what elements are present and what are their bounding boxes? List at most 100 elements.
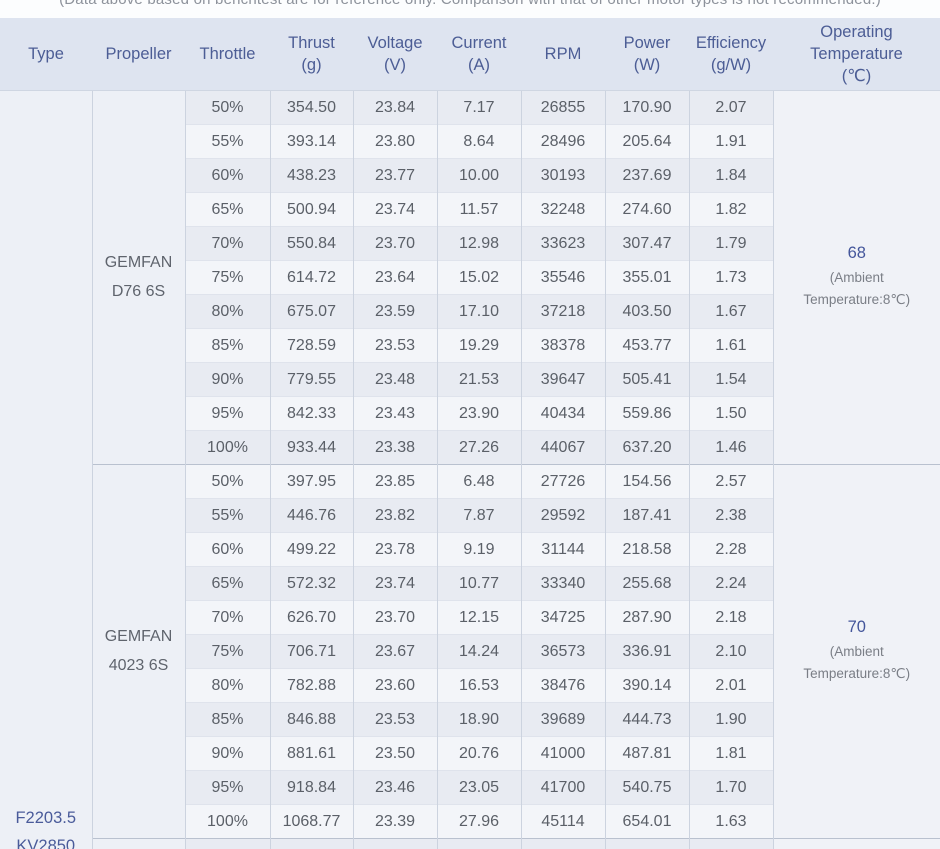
cell-thrust: 446.76 (270, 499, 353, 533)
cell-voltage: 23.48 (353, 363, 437, 397)
cell-efficiency: 2.38 (689, 499, 773, 533)
cell-thrust: 842.33 (270, 397, 353, 431)
cell-throttle: 90% (185, 363, 270, 397)
cell-thrust: 438.23 (270, 159, 353, 193)
cell-throttle: 90% (185, 737, 270, 771)
cell-voltage: 23.53 (353, 703, 437, 737)
column-header-throttle: Throttle (185, 18, 270, 91)
cell-thrust: 550.84 (270, 227, 353, 261)
cell-voltage: 23.60 (353, 669, 437, 703)
cell-thrust: 626.70 (270, 601, 353, 635)
cell-rpm: 41000 (521, 737, 605, 771)
cell-rpm: 38476 (521, 669, 605, 703)
cell-voltage: 23.67 (353, 635, 437, 669)
cell-current: 17.10 (437, 295, 521, 329)
column-header-power: Power(W) (605, 18, 689, 91)
cell-throttle: 75% (185, 261, 270, 295)
propeller-cell (92, 839, 185, 849)
cell-rpm: 44067 (521, 431, 605, 465)
table-row: F2203.5 KV2850GEMFAN D76 6S50%354.5023.8… (0, 91, 940, 125)
cell-power: 453.77 (605, 329, 689, 363)
cell-efficiency: 2.01 (689, 669, 773, 703)
cell-power: 187.41 (605, 499, 689, 533)
cell-throttle: 100% (185, 431, 270, 465)
cell-efficiency: 1.81 (689, 737, 773, 771)
cell-throttle: 70% (185, 227, 270, 261)
cell-current: 14.24 (437, 635, 521, 669)
cell-thrust: 393.14 (270, 125, 353, 159)
cell-throttle: 65% (185, 567, 270, 601)
cell-thrust: 918.84 (270, 771, 353, 805)
cell-voltage: 23.84 (353, 91, 437, 125)
benchtest-disclaimer-text: (Data above based on benchtest are for r… (0, 0, 940, 8)
table-row: 50%520.6923.769.3623364222.282.34 (0, 839, 940, 849)
cell-voltage: 23.53 (353, 329, 437, 363)
cell-power: 540.75 (605, 771, 689, 805)
cell-efficiency: 2.18 (689, 601, 773, 635)
cell-efficiency: 1.46 (689, 431, 773, 465)
cell-efficiency: 2.34 (689, 839, 773, 849)
cell-efficiency: 2.10 (689, 635, 773, 669)
cell-throttle: 65% (185, 193, 270, 227)
cell-voltage: 23.74 (353, 567, 437, 601)
cell-thrust: 728.59 (270, 329, 353, 363)
cell-thrust: 520.69 (270, 839, 353, 849)
cell-rpm: 28496 (521, 125, 605, 159)
cell-rpm: 32248 (521, 193, 605, 227)
cell-rpm: 35546 (521, 261, 605, 295)
cell-current: 27.26 (437, 431, 521, 465)
cell-thrust: 354.50 (270, 91, 353, 125)
cell-power: 222.28 (605, 839, 689, 849)
cell-power: 205.64 (605, 125, 689, 159)
cell-efficiency: 1.70 (689, 771, 773, 805)
cell-rpm: 26855 (521, 91, 605, 125)
motor-spec-table: TypePropellerThrottleThrust(g)Voltage(V)… (0, 18, 940, 849)
cell-throttle: 95% (185, 397, 270, 431)
cell-throttle: 95% (185, 771, 270, 805)
cell-current: 7.87 (437, 499, 521, 533)
cell-power: 237.69 (605, 159, 689, 193)
cell-rpm: 30193 (521, 159, 605, 193)
cell-power: 637.20 (605, 431, 689, 465)
cell-rpm: 37218 (521, 295, 605, 329)
cell-power: 403.50 (605, 295, 689, 329)
cell-rpm: 36573 (521, 635, 605, 669)
cell-power: 487.81 (605, 737, 689, 771)
cell-current: 21.53 (437, 363, 521, 397)
column-header-current: Current(A) (437, 18, 521, 91)
cell-power: 218.58 (605, 533, 689, 567)
cell-throttle: 75% (185, 635, 270, 669)
cell-power: 654.01 (605, 805, 689, 839)
cell-current: 18.90 (437, 703, 521, 737)
cell-efficiency: 1.91 (689, 125, 773, 159)
cell-rpm: 39647 (521, 363, 605, 397)
propeller-cell: GEMFAN 4023 6S (92, 465, 185, 839)
cell-efficiency: 2.24 (689, 567, 773, 601)
cell-efficiency: 1.63 (689, 805, 773, 839)
cell-power: 154.56 (605, 465, 689, 499)
temperature-value: 68 (774, 244, 940, 263)
column-header-efficiency: Efficiency(g/W) (689, 18, 773, 91)
cell-power: 559.86 (605, 397, 689, 431)
header-row: TypePropellerThrottleThrust(g)Voltage(V)… (0, 18, 940, 91)
cell-throttle: 70% (185, 601, 270, 635)
cell-efficiency: 1.79 (689, 227, 773, 261)
operating-temperature-cell: 68(Ambient Temperature:8℃) (773, 91, 940, 465)
cell-rpm: 45114 (521, 805, 605, 839)
cell-rpm: 33623 (521, 227, 605, 261)
cell-current: 12.15 (437, 601, 521, 635)
cell-current: 23.90 (437, 397, 521, 431)
cell-voltage: 23.70 (353, 227, 437, 261)
cell-throttle: 55% (185, 125, 270, 159)
cell-current: 19.29 (437, 329, 521, 363)
cell-throttle: 80% (185, 669, 270, 703)
cell-rpm: 31144 (521, 533, 605, 567)
cell-thrust: 614.72 (270, 261, 353, 295)
cell-efficiency: 1.73 (689, 261, 773, 295)
cell-voltage: 23.77 (353, 159, 437, 193)
cell-current: 9.36 (437, 839, 521, 849)
cell-current: 8.64 (437, 125, 521, 159)
table-row: GEMFAN 4023 6S50%397.9523.856.4827726154… (0, 465, 940, 499)
cell-throttle: 85% (185, 703, 270, 737)
cell-efficiency: 2.07 (689, 91, 773, 125)
